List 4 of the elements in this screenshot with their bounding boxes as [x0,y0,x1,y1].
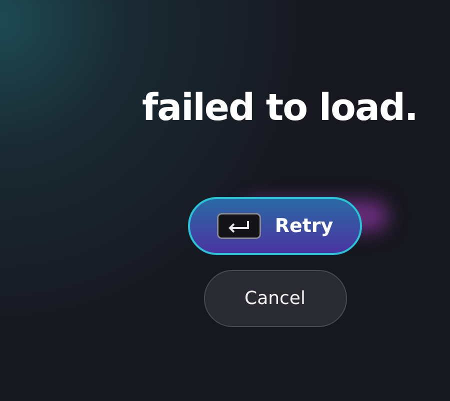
enter-key-icon [216,213,261,239]
retry-button[interactable]: Retry [188,197,362,255]
cancel-button[interactable]: Cancel [204,270,346,327]
error-heading: failed to load. [142,85,418,131]
